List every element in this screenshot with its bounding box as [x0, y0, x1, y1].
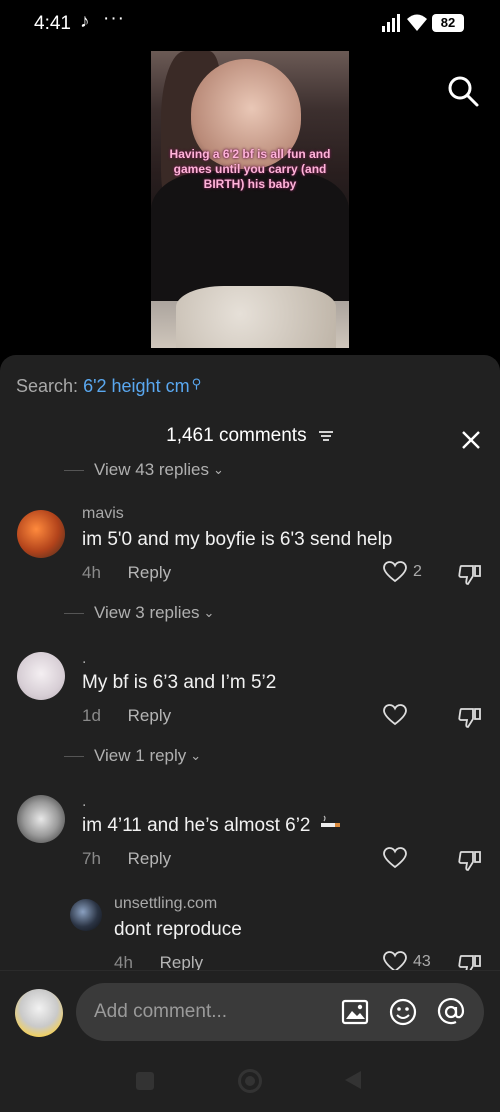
comment-meta: 7h Reply: [82, 849, 171, 869]
tiktok-notification-icon: ♪: [80, 11, 90, 32]
like-button[interactable]: [383, 704, 413, 726]
comment-input[interactable]: Add comment...: [76, 983, 484, 1041]
heart-icon: [383, 847, 407, 869]
mention-icon[interactable]: [436, 997, 466, 1027]
heart-icon: [383, 951, 407, 970]
view-replies-button[interactable]: View 3 replies ⌄: [64, 603, 215, 623]
chevron-down-icon: ⌄: [212, 462, 224, 477]
like-count: 2: [413, 563, 422, 580]
search-suggestion[interactable]: Search: 6'2 height cm ⚲: [16, 376, 201, 397]
video-caption: Having a 6'2 bf is all fun and games unt…: [169, 147, 331, 191]
recent-apps-icon[interactable]: [136, 1072, 154, 1090]
battery-indicator: 82: [432, 14, 464, 32]
reply-button[interactable]: Reply: [128, 563, 171, 582]
cigarette-emoji-icon: [320, 815, 342, 837]
sort-filter-icon[interactable]: [318, 429, 334, 443]
like-count: 43: [413, 953, 431, 970]
video-preview[interactable]: Having a 6'2 bf is all fun and games unt…: [151, 51, 349, 348]
status-bar: 4:41 ♪ ··· 82: [0, 0, 500, 48]
dislike-icon[interactable]: [458, 564, 482, 586]
avatar[interactable]: [15, 989, 63, 1037]
comment-text: My bf is 6’3 and I’m 5’2: [82, 672, 277, 693]
signal-icon: [382, 14, 400, 32]
comments-header: 1,461 comments: [0, 425, 500, 447]
view-replies-button[interactable]: View 1 reply ⌄: [64, 746, 202, 766]
view-replies-label: View 43 replies: [94, 460, 209, 479]
dislike-icon[interactable]: [458, 954, 482, 970]
view-replies-button[interactable]: View 43 replies ⌄: [64, 460, 224, 480]
home-icon-inner: [245, 1076, 255, 1086]
avatar[interactable]: [17, 652, 65, 700]
comment-text: dont reproduce: [114, 919, 242, 940]
comment-time: 7h: [82, 849, 101, 868]
search-label: Search:: [16, 376, 79, 396]
avatar[interactable]: [17, 795, 65, 843]
close-icon[interactable]: [458, 427, 484, 453]
status-time: 4:41: [34, 13, 71, 34]
avatar[interactable]: [70, 899, 102, 931]
comment-meta: 1d Reply: [82, 706, 171, 726]
dislike-icon[interactable]: [458, 707, 482, 729]
comment-meta: 4h Reply: [114, 953, 203, 970]
comment-time: 4h: [114, 953, 133, 970]
like-button[interactable]: 2: [383, 561, 422, 583]
more-notifications-icon: ···: [103, 8, 125, 29]
comment-text-body: im 4’11 and he’s almost 6’2: [82, 815, 311, 837]
search-icon[interactable]: [446, 74, 480, 108]
avatar[interactable]: [17, 510, 65, 558]
comment-time: 1d: [82, 706, 101, 725]
back-icon[interactable]: [344, 1070, 362, 1090]
replies-divider: [64, 469, 84, 471]
dislike-icon[interactable]: [458, 850, 482, 872]
mini-search-icon: ⚲: [191, 376, 202, 391]
chevron-down-icon: ⌄: [203, 605, 215, 620]
emoji-icon[interactable]: [388, 997, 418, 1027]
reply-button[interactable]: Reply: [160, 953, 203, 970]
replies-divider: [64, 612, 84, 614]
heart-icon: [383, 561, 407, 583]
image-icon[interactable]: [340, 997, 370, 1027]
comment-meta: 4h Reply: [82, 563, 171, 583]
heart-icon: [383, 704, 407, 726]
comment-text: im 5'0 and my boyfie is 6'3 send help: [82, 529, 393, 550]
search-query-link[interactable]: 6'2 height cm: [83, 376, 190, 396]
comment-username[interactable]: .: [82, 793, 86, 811]
wifi-icon: [407, 14, 427, 31]
reply-button[interactable]: Reply: [128, 706, 171, 725]
video-skirt-shape: [176, 286, 336, 348]
chevron-down-icon: ⌄: [190, 748, 202, 763]
comment-username[interactable]: mavis: [82, 505, 124, 523]
comments-list: View 43 replies ⌄ mavis im 5'0 and my bo…: [0, 455, 500, 970]
comment-time: 4h: [82, 563, 101, 582]
system-nav-bar: [0, 1069, 500, 1112]
comment-input-placeholder: Add comment...: [94, 1001, 228, 1022]
reply-button[interactable]: Reply: [128, 849, 171, 868]
comments-count: 1,461 comments: [166, 425, 307, 446]
replies-divider: [64, 755, 84, 757]
like-button[interactable]: [383, 847, 413, 869]
comment-username[interactable]: .: [82, 650, 86, 668]
view-replies-label: View 3 replies: [94, 603, 200, 622]
comment-username[interactable]: unsettling.com: [114, 895, 217, 913]
like-button[interactable]: 43: [383, 951, 431, 970]
comment-text: im 4’11 and he’s almost 6’2: [82, 815, 342, 837]
view-replies-label: View 1 reply: [94, 746, 187, 765]
